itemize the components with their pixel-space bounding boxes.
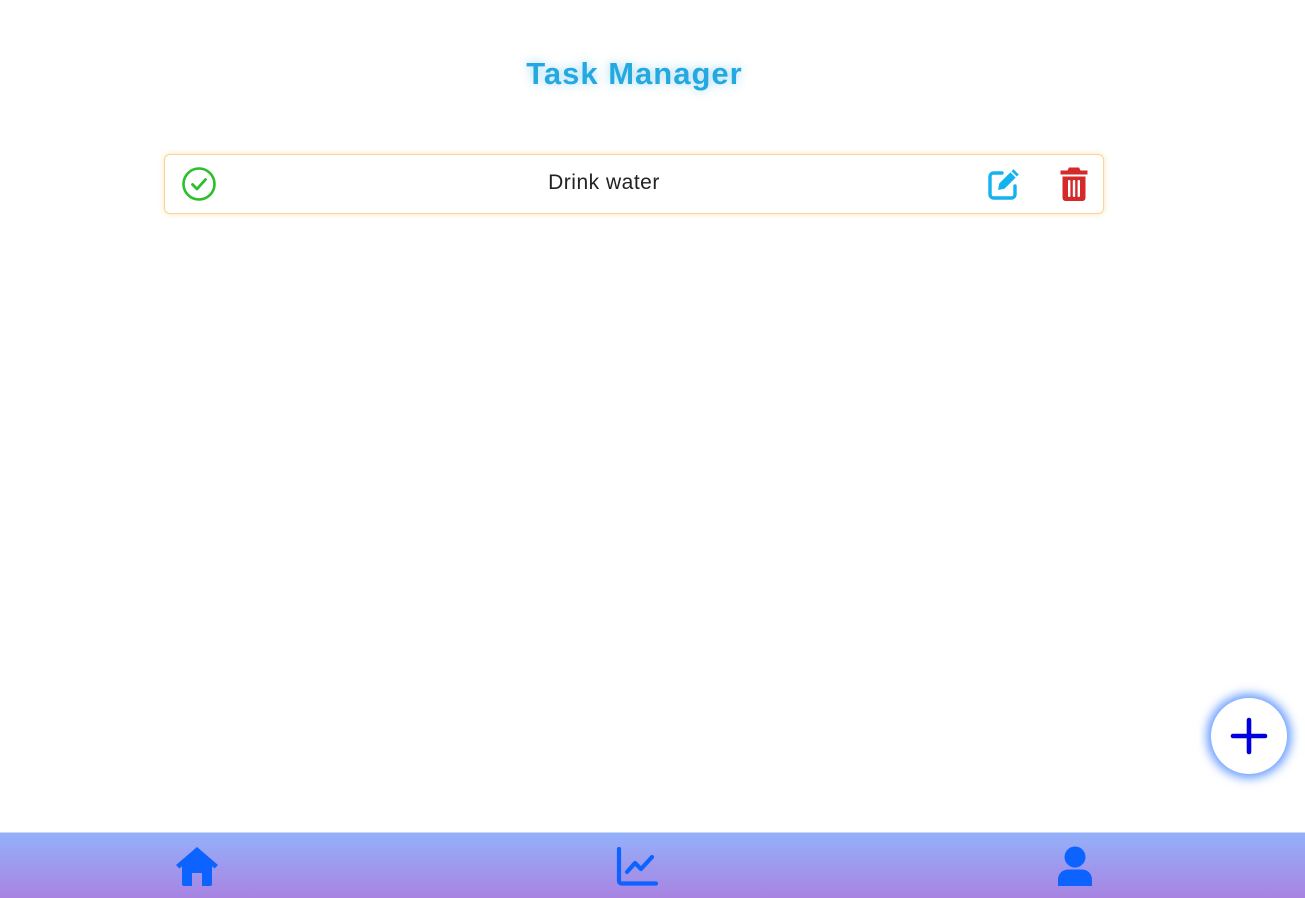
nav-home[interactable]: [174, 845, 220, 889]
page-title: Task Manager: [526, 56, 743, 91]
nav-stats[interactable]: [615, 845, 659, 889]
chart-line-icon: [616, 846, 659, 886]
user-icon: [1058, 846, 1092, 886]
bottom-nav: [0, 832, 1305, 898]
edit-task-button[interactable]: [987, 167, 1021, 201]
plus-icon: [1230, 717, 1268, 755]
task-text: Drink water: [548, 171, 660, 194]
edit-icon: [988, 169, 1019, 200]
check-circle-icon: [182, 167, 216, 201]
nav-profile[interactable]: [1055, 845, 1095, 889]
task-item: Drink water: [164, 154, 1104, 214]
trash-icon: [1060, 167, 1088, 201]
home-icon: [176, 847, 218, 886]
add-task-button[interactable]: [1211, 698, 1287, 774]
complete-task-button[interactable]: [181, 166, 217, 202]
delete-task-button[interactable]: [1059, 166, 1089, 202]
page: Task Manager Drink water: [0, 0, 1305, 898]
task-list: Drink water: [164, 154, 1104, 214]
